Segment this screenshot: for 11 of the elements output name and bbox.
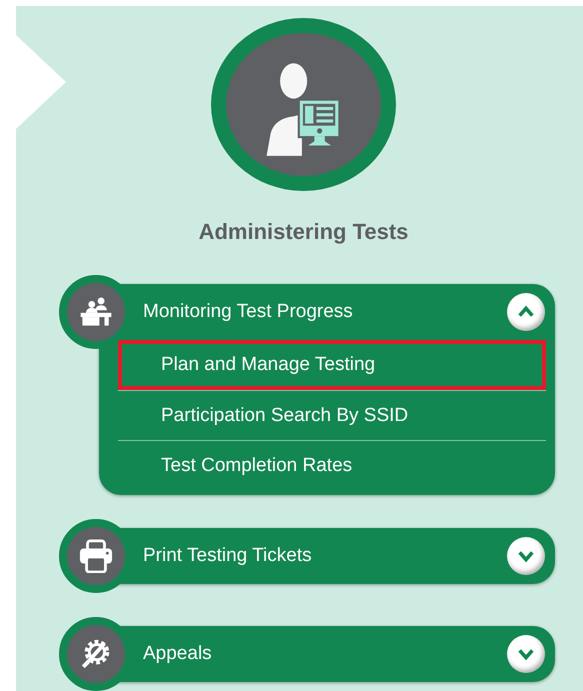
section-title[interactable]: Appeals (143, 643, 212, 665)
toggle-button[interactable] (507, 293, 545, 331)
menu-link[interactable]: Test Completion Rates (118, 440, 546, 490)
printer-icon (79, 539, 113, 573)
section-title[interactable]: Print Testing Tickets (143, 545, 312, 567)
toggle-button[interactable] (507, 537, 545, 575)
menu-link[interactable]: Participation Search By SSID (118, 390, 546, 440)
toggle-button[interactable] (507, 635, 545, 673)
page-title: Administering Tests (198, 219, 408, 245)
menu-link[interactable]: Plan and Manage Testing (118, 340, 546, 390)
section-title[interactable]: Monitoring Test Progress (143, 301, 353, 323)
